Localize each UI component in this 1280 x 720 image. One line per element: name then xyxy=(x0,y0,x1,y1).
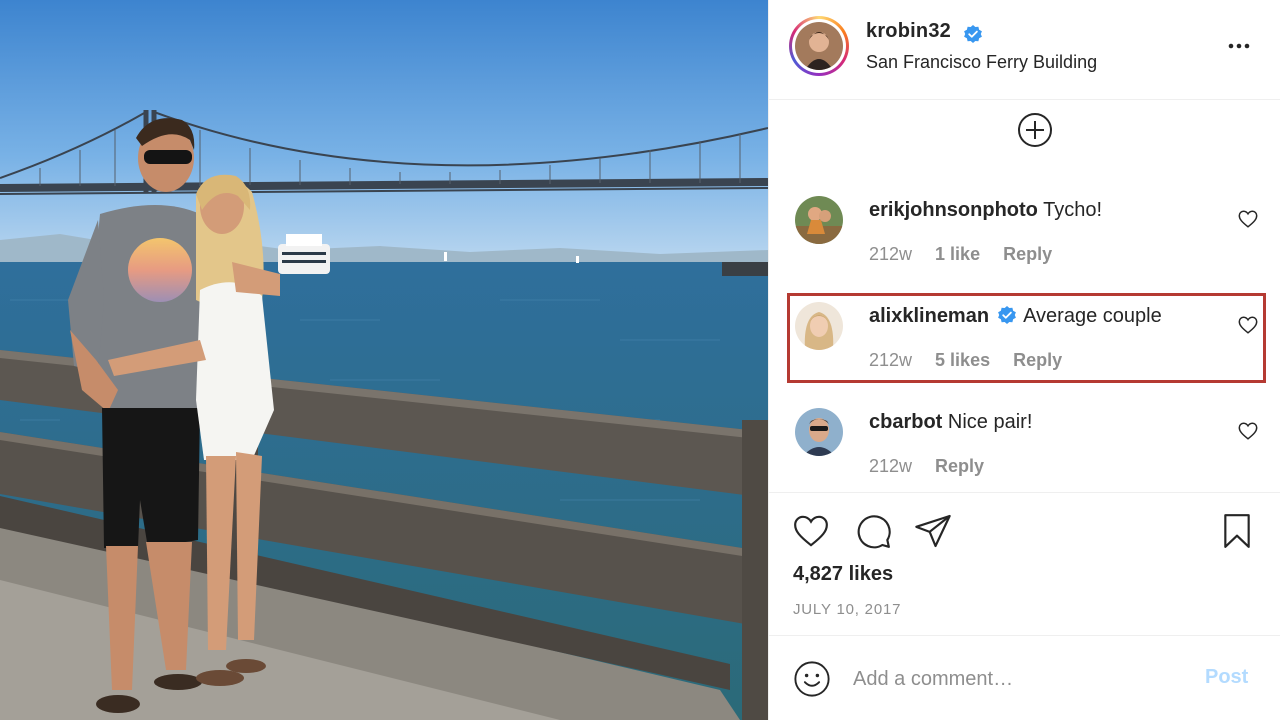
comment-likes[interactable]: 5 likes xyxy=(935,350,990,370)
verified-badge-icon xyxy=(963,24,983,49)
comment-username[interactable]: cbarbot xyxy=(869,411,942,433)
heart-icon[interactable] xyxy=(1237,208,1259,230)
commenter-avatar[interactable] xyxy=(795,408,843,456)
comment-text-line: alixklineman Average couple xyxy=(869,305,1162,331)
reply-button[interactable]: Reply xyxy=(1013,350,1062,370)
comment-text: Nice pair! xyxy=(947,411,1033,433)
comment-likes[interactable]: 1 like xyxy=(935,244,980,264)
comment-composer: Post xyxy=(769,635,1280,720)
post-header: krobin32 San Francisco Ferry Building xyxy=(769,0,1280,100)
comment-meta: 212w 1 like Reply xyxy=(869,244,1070,265)
comment-age[interactable]: 212w xyxy=(869,350,912,370)
like-heart-icon[interactable] xyxy=(791,511,831,551)
comment-text-line: cbarbot Nice pair! xyxy=(869,411,1032,434)
reply-button[interactable]: Reply xyxy=(935,456,984,476)
post-location[interactable]: San Francisco Ferry Building xyxy=(866,52,1097,73)
load-more-comments-icon[interactable] xyxy=(1017,112,1053,148)
heart-icon[interactable] xyxy=(1237,420,1259,442)
bookmark-icon[interactable] xyxy=(1217,511,1257,551)
comment-item: cbarbot Nice pair! 212w Reply xyxy=(769,392,1280,492)
likes-count[interactable]: 4,827 likes xyxy=(793,563,893,586)
heart-icon[interactable] xyxy=(1237,314,1259,336)
comment-meta: 212w Reply xyxy=(869,456,1002,477)
post-comment-button[interactable]: Post xyxy=(1205,666,1248,689)
comment-item: alixklineman Average couple 212w 5 likes… xyxy=(769,286,1280,386)
commenter-avatar[interactable] xyxy=(795,302,843,350)
comment-age[interactable]: 212w xyxy=(869,456,912,476)
reply-button[interactable]: Reply xyxy=(1003,244,1052,264)
smiley-icon[interactable] xyxy=(793,660,831,698)
author-username[interactable]: krobin32 xyxy=(866,20,951,43)
comment-username[interactable]: erikjohnsonphoto xyxy=(869,199,1038,221)
comment-text-line: erikjohnsonphoto Tycho! xyxy=(869,199,1102,222)
comment-item: erikjohnsonphoto Tycho! 212w 1 like Repl… xyxy=(769,180,1280,280)
comment-username[interactable]: alixklineman xyxy=(869,305,989,327)
comment-meta: 212w 5 likes Reply xyxy=(869,350,1080,371)
verified-badge-icon xyxy=(997,305,1017,331)
comment-age[interactable]: 212w xyxy=(869,244,912,264)
paper-plane-icon[interactable] xyxy=(913,511,953,551)
comment-text: Tycho! xyxy=(1043,199,1103,221)
author-avatar[interactable] xyxy=(789,16,849,76)
post-sidebar: krobin32 San Francisco Ferry Building er… xyxy=(768,0,1280,720)
comment-text: Average couple xyxy=(1023,305,1162,327)
commenter-avatar[interactable] xyxy=(795,196,843,244)
add-comment-input[interactable] xyxy=(853,662,1183,696)
more-options-icon[interactable] xyxy=(1227,34,1251,58)
comment-bubble-icon[interactable] xyxy=(853,511,893,551)
photo-couple-on-pier xyxy=(0,0,768,720)
author-avatar-image xyxy=(795,22,843,70)
post-photo[interactable] xyxy=(0,0,768,720)
post-date[interactable]: JULY 10, 2017 xyxy=(793,601,901,618)
post-actions: 4,827 likes JULY 10, 2017 xyxy=(769,492,1280,635)
